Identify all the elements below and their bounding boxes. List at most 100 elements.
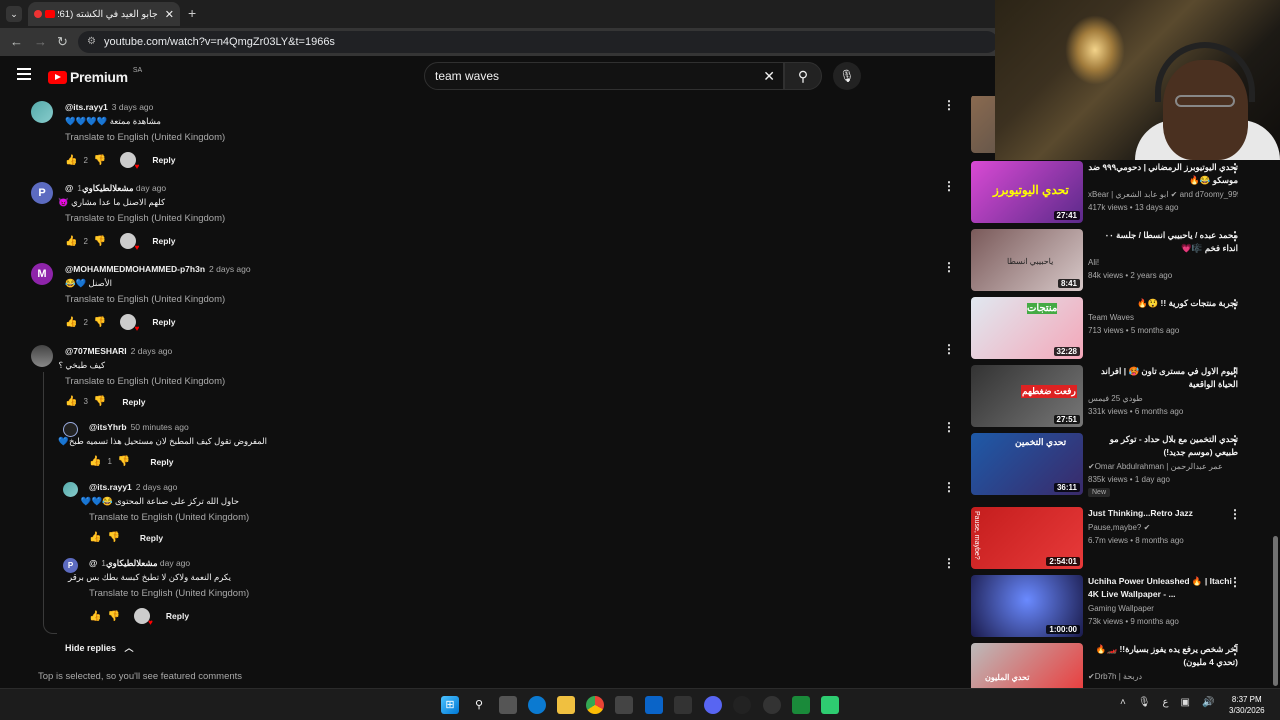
- store-icon[interactable]: [615, 696, 633, 714]
- avatar[interactable]: P: [31, 182, 53, 204]
- file-explorer-icon[interactable]: [557, 696, 575, 714]
- dislike-icon[interactable]: 👎: [94, 236, 106, 247]
- video-thumbnail[interactable]: تحدي اليوتيوبرز 27:41: [971, 161, 1083, 223]
- reload-icon[interactable]: ↻: [57, 34, 68, 50]
- translate-link[interactable]: Translate to English (United Kingdom): [89, 588, 249, 599]
- more-options-icon[interactable]: ⋮: [1229, 297, 1241, 311]
- site-info-icon[interactable]: ⚙: [87, 31, 96, 53]
- translate-link[interactable]: Translate to English (United Kingdom): [65, 213, 225, 224]
- language-indicator[interactable]: ع: [1163, 697, 1169, 708]
- video-thumbnail[interactable]: 1:00:00: [971, 575, 1083, 637]
- avatar[interactable]: [31, 345, 53, 367]
- like-icon[interactable]: 👍: [89, 456, 101, 467]
- microphone-icon[interactable]: 🎙: [1138, 697, 1151, 708]
- reply-button[interactable]: Reply: [122, 397, 145, 407]
- more-options-icon[interactable]: ⋮: [1229, 575, 1241, 589]
- comment-time[interactable]: 3 days ago: [112, 102, 154, 112]
- more-options-icon[interactable]: ⋮: [1229, 507, 1241, 521]
- new-tab-button[interactable]: +: [188, 5, 196, 21]
- youtube-logo[interactable]: Premium SA: [48, 67, 142, 85]
- comment-author[interactable]: @MOHAMMEDMOHAMMED-p7h3n 2 days ago: [65, 264, 251, 274]
- video-title[interactable]: اليوم الاول في مسترى تاون 🥵 | افراند الح…: [1088, 365, 1238, 391]
- translate-link[interactable]: Translate to English (United Kingdom): [65, 376, 225, 387]
- scrollbar[interactable]: [1271, 96, 1280, 688]
- clear-search-icon[interactable]: ✕: [763, 63, 775, 89]
- voice-search-button[interactable]: 🎙: [833, 62, 861, 90]
- edge-icon[interactable]: [528, 696, 546, 714]
- video-item[interactable]: تحدي المليون آخر شخص يرفع يده يفوز بسيار…: [970, 643, 1270, 688]
- video-channel[interactable]: ✔Omar Abdulrahman | عمر عبدالرحمن: [1088, 462, 1238, 471]
- dislike-icon[interactable]: 👎: [118, 456, 130, 467]
- video-channel[interactable]: Ali!: [1088, 258, 1238, 267]
- app-icon[interactable]: [821, 696, 839, 714]
- video-channel[interactable]: xBear | ابو عابد الشعري ✔ and d7oomy_999…: [1088, 190, 1238, 199]
- avatar[interactable]: P: [63, 558, 78, 573]
- video-channel[interactable]: Pause,maybe? ✔: [1088, 523, 1238, 532]
- forward-icon[interactable]: →: [34, 34, 47, 50]
- avatar[interactable]: [63, 482, 78, 497]
- dislike-icon[interactable]: 👎: [94, 396, 106, 407]
- more-options-icon[interactable]: ⋮: [943, 420, 955, 434]
- scrollbar-thumb[interactable]: [1273, 536, 1278, 686]
- close-tab-icon[interactable]: ✕: [165, 8, 174, 21]
- more-options-icon[interactable]: ⋮: [943, 98, 955, 112]
- video-title[interactable]: محمد عبده / ياحبيبي انسطا / جلسة ٠٠ اندا…: [1088, 229, 1238, 255]
- taskbar-clock[interactable]: 8:37 PM 3/30/2026: [1229, 694, 1265, 716]
- menu-icon[interactable]: [17, 68, 31, 80]
- more-options-icon[interactable]: ⋮: [1229, 161, 1241, 175]
- video-title[interactable]: آخر شخص يرفع يده يفوز بسيارة!! 🏎️🔥 (تحدي…: [1088, 643, 1238, 669]
- more-options-icon[interactable]: ⋮: [943, 480, 955, 494]
- video-channel[interactable]: طودي 25 فيمس: [1088, 394, 1238, 403]
- start-icon[interactable]: ⊞: [441, 696, 459, 714]
- video-title[interactable]: Just Thinking...Retro Jazz: [1088, 507, 1238, 520]
- avatar[interactable]: M: [31, 263, 53, 285]
- avatar[interactable]: [31, 101, 53, 123]
- video-title[interactable]: تحدي التخمين مع بلال حداد - توكر مو طبيع…: [1088, 433, 1238, 459]
- like-icon[interactable]: 👍: [65, 317, 77, 328]
- video-thumbnail[interactable]: رفعت ضغطهم 27:51: [971, 365, 1083, 427]
- video-thumbnail[interactable]: منتجات 32:28: [971, 297, 1083, 359]
- reply-author[interactable]: @مشعلالطيكاوي1 day ago: [89, 558, 190, 569]
- url-field[interactable]: ⚙ youtube.com/watch?v=n4QmgZr03LY&t=1966…: [78, 31, 998, 53]
- hide-replies-button[interactable]: Hide replies ︿: [65, 641, 134, 654]
- video-title[interactable]: Uchiha Power Unleashed 🔥 | Itachi 4K Liv…: [1088, 575, 1238, 601]
- translate-link[interactable]: Translate to English (United Kingdom): [65, 294, 225, 305]
- network-icon[interactable]: ▣: [1181, 697, 1190, 708]
- translate-link[interactable]: Translate to English (United Kingdom): [89, 512, 249, 523]
- video-thumbnail[interactable]: Pause, maybe? 2:54:01: [971, 507, 1083, 569]
- more-options-icon[interactable]: ⋮: [1229, 229, 1241, 243]
- more-options-icon[interactable]: ⋮: [1229, 365, 1241, 379]
- obs-icon[interactable]: [763, 696, 781, 714]
- search-input[interactable]: team waves ✕: [424, 62, 784, 90]
- discord-icon[interactable]: [704, 696, 722, 714]
- like-icon[interactable]: 👍: [65, 155, 77, 166]
- more-options-icon[interactable]: ⋮: [943, 179, 955, 193]
- comment-author[interactable]: @مشعلالطيكاوي1 day ago: [65, 183, 166, 194]
- video-thumbnail[interactable]: ياحبيبي انسطا 8:41: [971, 229, 1083, 291]
- comment-time[interactable]: 2 days ago: [131, 346, 173, 356]
- dislike-icon[interactable]: 👎: [107, 532, 119, 543]
- reply-author[interactable]: @itsYhrb 50 minutes ago: [89, 422, 189, 432]
- video-title[interactable]: تجربة منتجات كورية !! 😲🔥: [1088, 297, 1238, 310]
- avatar[interactable]: [63, 422, 78, 437]
- video-title[interactable]: تحدي اليوتيوبرز الرمضاني | دحومي٩٩٩ ضد م…: [1088, 161, 1238, 187]
- comment-time[interactable]: 2 days ago: [209, 264, 251, 274]
- video-thumbnail[interactable]: تحدي المليون: [971, 643, 1083, 688]
- reply-button[interactable]: Reply: [152, 236, 175, 246]
- chevron-up-icon[interactable]: ˄: [1120, 697, 1126, 708]
- reply-button[interactable]: Reply: [150, 457, 173, 467]
- more-options-icon[interactable]: ⋮: [1229, 643, 1241, 657]
- search-button[interactable]: ⚲: [784, 62, 822, 90]
- video-channel[interactable]: Team Waves: [1088, 313, 1238, 322]
- browser-tab[interactable]: جابو العيد في الكشته (261) ✕: [28, 2, 180, 26]
- reply-author[interactable]: @its.rayy1 2 days ago: [89, 482, 177, 492]
- task-view-icon[interactable]: [499, 696, 517, 714]
- video-item[interactable]: 1:00:00 Uchiha Power Unleashed 🔥 | Itach…: [970, 575, 1270, 639]
- video-item[interactable]: تحدي اليوتيوبرز 27:41 تحدي اليوتيوبرز ال…: [970, 161, 1270, 225]
- back-icon[interactable]: ←: [10, 34, 23, 50]
- translate-link[interactable]: Translate to English (United Kingdom): [65, 132, 225, 143]
- reply-time[interactable]: 50 minutes ago: [131, 422, 189, 432]
- video-channel[interactable]: Gaming Wallpaper: [1088, 604, 1238, 613]
- comment-author[interactable]: @707MESHARI 2 days ago: [65, 346, 172, 356]
- dislike-icon[interactable]: 👎: [94, 155, 106, 166]
